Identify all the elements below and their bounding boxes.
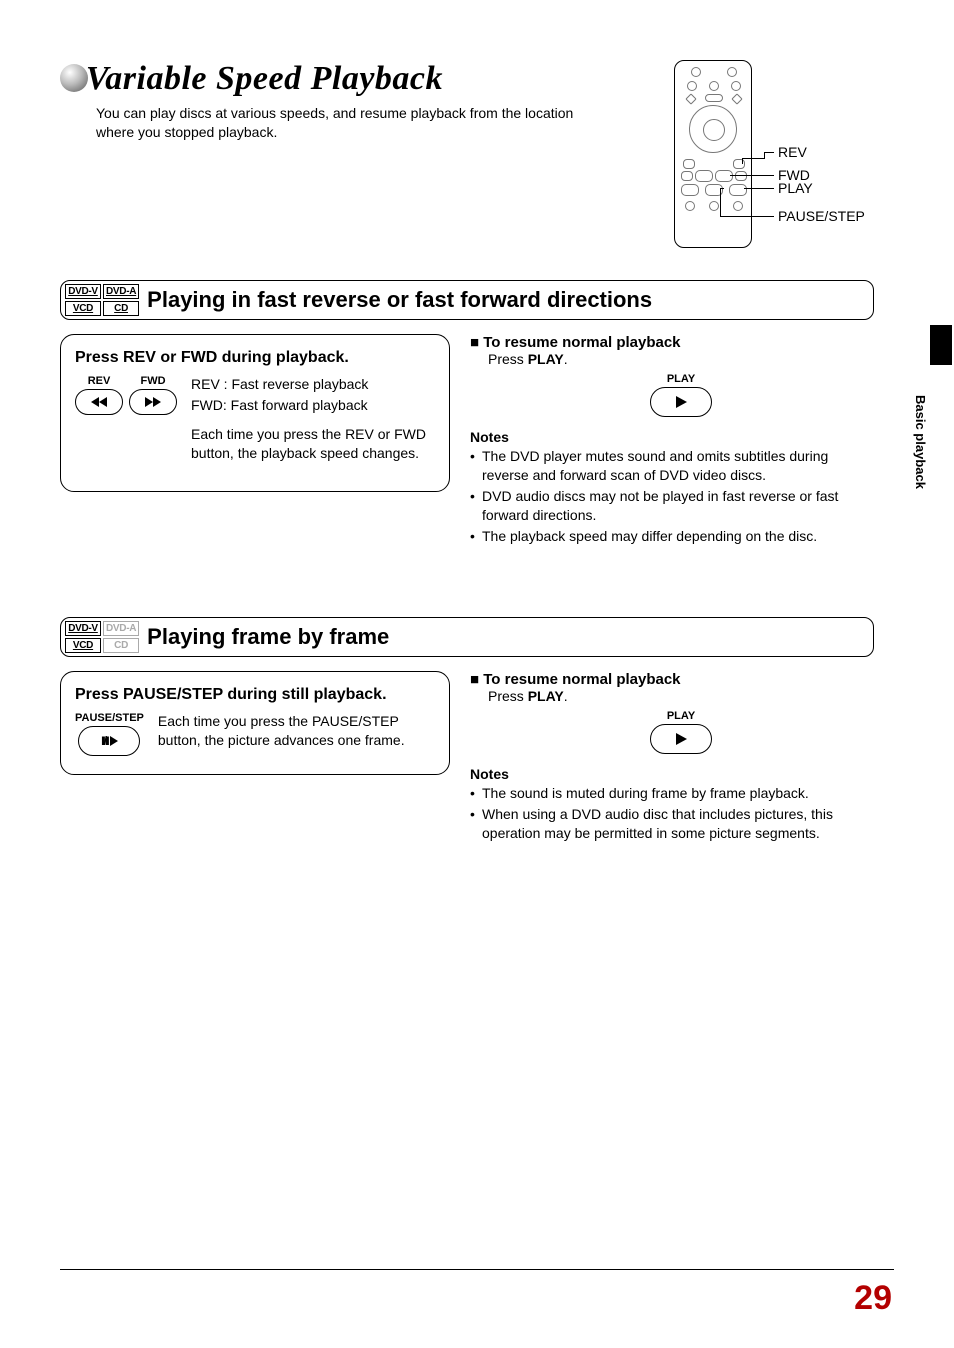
decorative-orb-icon bbox=[60, 64, 88, 92]
rev-desc: REV : Fast reverse playback bbox=[191, 375, 435, 394]
fwd-button-icon: FWD bbox=[129, 375, 177, 415]
badge-dvd-a-disabled: DVD-A bbox=[103, 621, 139, 636]
rev-button-icon: REV bbox=[75, 375, 123, 415]
remote-rev-label: REV bbox=[778, 144, 807, 160]
speed-change-desc: Each time you press the REV or FWD butto… bbox=[191, 425, 435, 463]
section1-resume-heading: To resume normal playback bbox=[470, 334, 874, 351]
section2-instruction-panel: Press PAUSE/STEP during still playback. … bbox=[60, 671, 450, 775]
section2-badges: DVD-V DVD-A VCD CD bbox=[65, 621, 139, 653]
section2-resume-play: PLAY bbox=[528, 688, 564, 704]
section2-notes-heading: Notes bbox=[470, 766, 874, 782]
section1-heading: Playing in fast reverse or fast forward … bbox=[147, 287, 652, 313]
side-tab-label: Basic playback bbox=[913, 395, 928, 489]
remote-diagram: REV FWD PLAY PAUSE/STEP bbox=[674, 60, 874, 250]
footer-rule bbox=[60, 1269, 894, 1270]
section1-note: DVD audio discs may not be played in fas… bbox=[470, 487, 874, 525]
play-button-icon: PLAY bbox=[488, 373, 874, 417]
badge-dvd-v: DVD-V bbox=[65, 621, 101, 636]
section2-play-label: PLAY bbox=[667, 710, 695, 722]
play-button-icon: PLAY bbox=[488, 710, 874, 754]
pause-step-button-label: PAUSE/STEP bbox=[75, 712, 144, 724]
section2-note: When using a DVD audio disc that include… bbox=[470, 805, 874, 843]
rev-button-label: REV bbox=[88, 375, 111, 387]
section2-notes-list: The sound is muted during frame by frame… bbox=[470, 784, 874, 843]
section2-note: The sound is muted during frame by frame… bbox=[470, 784, 874, 803]
badge-cd: CD bbox=[103, 301, 139, 316]
remote-pause-label: PAUSE/STEP bbox=[778, 208, 865, 224]
section2-resume-heading: To resume normal playback bbox=[470, 671, 874, 688]
section1-resume-body: Press bbox=[488, 351, 528, 367]
section1-badges: DVD-V DVD-A VCD CD bbox=[65, 284, 139, 316]
page-number: 29 bbox=[854, 1279, 892, 1318]
section1-notes-heading: Notes bbox=[470, 429, 874, 445]
section1-resume-tail: . bbox=[564, 351, 568, 367]
badge-dvd-a: DVD-A bbox=[103, 284, 139, 299]
section1-note: The playback speed may differ depending … bbox=[470, 527, 874, 546]
remote-play-label: PLAY bbox=[778, 180, 813, 196]
badge-cd-disabled: CD bbox=[103, 638, 139, 653]
section1-panel-heading: Press REV or FWD during playback. bbox=[75, 349, 435, 367]
section1-notes-list: The DVD player mutes sound and omits sub… bbox=[470, 447, 874, 545]
section1-note: The DVD player mutes sound and omits sub… bbox=[470, 447, 874, 485]
pause-step-button-icon: PAUSE/STEP II/II bbox=[75, 712, 144, 756]
badge-dvd-v: DVD-V bbox=[65, 284, 101, 299]
section2-resume-tail: . bbox=[564, 688, 568, 704]
section1-resume-play: PLAY bbox=[528, 351, 564, 367]
section2-panel-body: Each time you press the PAUSE/STEP butto… bbox=[158, 712, 435, 750]
page-title: Variable Speed Playback bbox=[86, 60, 443, 98]
section2-resume-body: Press bbox=[488, 688, 528, 704]
section1-instruction-panel: Press REV or FWD during playback. REV FW… bbox=[60, 334, 450, 492]
page-number-value: 29 bbox=[854, 1279, 892, 1317]
page-subtitle: You can play discs at various speeds, an… bbox=[96, 104, 596, 142]
fwd-button-label: FWD bbox=[140, 375, 165, 387]
section2-heading-bar: DVD-V DVD-A VCD CD Playing frame by fram… bbox=[60, 617, 874, 657]
fwd-desc: FWD: Fast forward playback bbox=[191, 396, 435, 415]
badge-vcd: VCD bbox=[65, 638, 101, 653]
section1-heading-bar: DVD-V DVD-A VCD CD Playing in fast rever… bbox=[60, 280, 874, 320]
section2-panel-heading: Press PAUSE/STEP during still playback. bbox=[75, 686, 435, 704]
section2-heading: Playing frame by frame bbox=[147, 624, 389, 650]
badge-vcd: VCD bbox=[65, 301, 101, 316]
section1-play-label: PLAY bbox=[667, 373, 695, 385]
